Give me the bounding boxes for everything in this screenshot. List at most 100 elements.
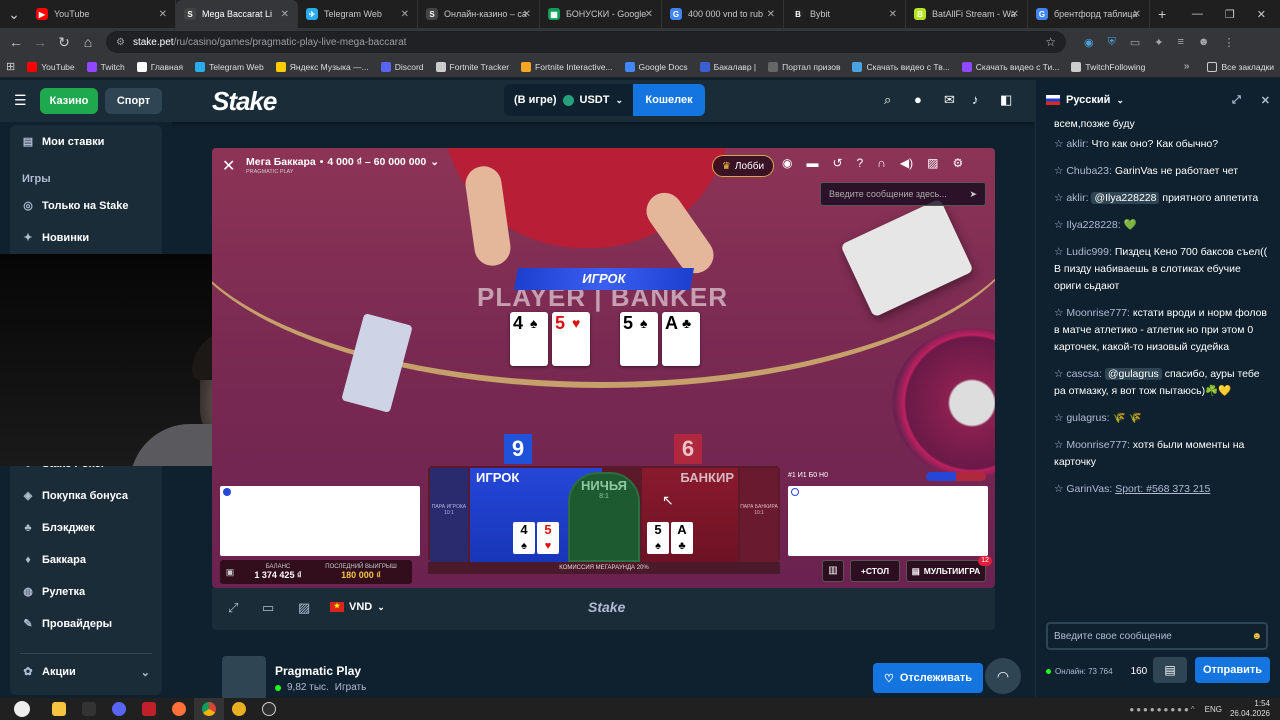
- app-icon[interactable]: [224, 698, 254, 720]
- close-tab-icon[interactable]: ✕: [281, 9, 289, 20]
- chat-input[interactable]: Введите свое сообщение ☻: [1046, 622, 1268, 650]
- browser-tab[interactable]: ▦ БОНУСКИ - Google ✕: [540, 0, 662, 28]
- game-chat-input[interactable]: Введите сообщение здесь... ➤: [820, 182, 986, 206]
- sidebar-item-roulette[interactable]: ◍ Рулетка: [10, 576, 162, 608]
- close-tab-icon[interactable]: ✕: [767, 9, 775, 20]
- profile-icon[interactable]: ☻: [1198, 36, 1210, 49]
- browser-tab[interactable]: B Bybit ✕: [784, 0, 906, 28]
- chat-username[interactable]: aklir:: [1066, 138, 1088, 150]
- extension-icon[interactable]: ⛨: [1108, 36, 1116, 49]
- more-bookmarks-chevron-icon[interactable]: »: [1184, 61, 1190, 72]
- stake-logo[interactable]: Stake: [212, 86, 277, 117]
- chat-mention[interactable]: @Ilya228228: [1091, 192, 1160, 204]
- browser-tab[interactable]: G 400 000 vnd to rub ✕: [662, 0, 784, 28]
- chat-username[interactable]: GarinVas:: [1066, 483, 1112, 495]
- help-icon[interactable]: ?: [857, 156, 864, 170]
- popout-icon[interactable]: ⤢: [1232, 94, 1241, 107]
- volume-icon[interactable]: ◀): [900, 156, 913, 170]
- settings-gear-icon[interactable]: ⚙: [952, 156, 963, 170]
- bookmark-item[interactable]: Twitch: [81, 61, 131, 72]
- obs-icon[interactable]: [254, 698, 284, 720]
- search-icon[interactable]: ⌕: [884, 92, 891, 108]
- headset-icon[interactable]: ∩: [877, 156, 886, 170]
- bookmark-item[interactable]: Fortnite Interactive...: [515, 61, 618, 72]
- close-tab-icon[interactable]: ✕: [889, 9, 897, 20]
- close-tab-icon[interactable]: ✕: [645, 9, 653, 20]
- close-tab-icon[interactable]: ✕: [401, 9, 409, 20]
- back-button[interactable]: ←: [4, 34, 28, 50]
- close-chat-icon[interactable]: ✕: [1261, 94, 1270, 107]
- chat-username[interactable]: gulagrus:: [1066, 412, 1109, 424]
- lobby-button[interactable]: ♛ Лобби: [712, 155, 774, 177]
- balance-selector[interactable]: (В игре) USDT ⌄: [504, 84, 634, 116]
- chat-username[interactable]: Ilya228228:: [1066, 219, 1120, 231]
- clock[interactable]: 1:54 26.04.2026: [1230, 699, 1270, 719]
- chat-username[interactable]: cascsa:: [1066, 368, 1102, 380]
- input-language[interactable]: ENG: [1205, 705, 1222, 714]
- tab-list-button[interactable]: ⌄: [0, 6, 28, 23]
- chat-icon[interactable]: ▬: [806, 156, 818, 170]
- user-icon[interactable]: ●: [914, 92, 922, 107]
- bookmark-item[interactable]: YouTube: [21, 61, 80, 72]
- close-tab-icon[interactable]: ✕: [523, 9, 531, 20]
- firefox-icon[interactable]: [164, 698, 194, 720]
- extensions-puzzle-icon[interactable]: ✦: [1154, 36, 1163, 49]
- media-icon[interactable]: ≡: [1177, 36, 1183, 49]
- multigame-button[interactable]: ▤ МУЛЬТИИГРА: [906, 560, 986, 582]
- provider-name[interactable]: Pragmatic Play: [275, 664, 361, 678]
- game-close-icon[interactable]: ✕: [222, 156, 235, 176]
- sidebar-item-my-bets[interactable]: ▤ Мои ставки: [10, 126, 162, 158]
- bookmark-item[interactable]: Discord: [375, 61, 430, 72]
- forward-button[interactable]: →: [28, 34, 52, 50]
- sidebar-item-new[interactable]: ✦ Новинки: [10, 222, 162, 254]
- casino-tab[interactable]: Казино: [40, 88, 98, 114]
- browser-tab[interactable]: B BatAllFi Stream - Wa ✕: [906, 0, 1028, 28]
- chat-username[interactable]: Chuba23:: [1066, 165, 1112, 177]
- follow-button[interactable]: ♡ Отслеживать: [873, 663, 983, 693]
- history-icon[interactable]: ↺: [832, 156, 842, 170]
- start-panda-icon[interactable]: [0, 698, 44, 720]
- bookmark-item[interactable]: TwitchFollowing: [1065, 61, 1151, 72]
- minimize-button[interactable]: —: [1192, 8, 1203, 21]
- bookmark-item[interactable]: Fortnite Tracker: [430, 61, 516, 72]
- url-field[interactable]: ⚙ stake.pet/ru/casino/games/pragmatic-pl…: [106, 31, 1066, 53]
- chat-username[interactable]: aklir:: [1066, 192, 1088, 204]
- home-icon[interactable]: ⌂: [76, 34, 100, 50]
- sidebar-item-baccarat[interactable]: ♦ Баккара: [10, 544, 162, 576]
- browser-tab[interactable]: S Mega Baccarat Li ✕: [176, 0, 298, 28]
- apps-grid-icon[interactable]: ⊞: [6, 60, 15, 73]
- add-table-button[interactable]: +СТОЛ: [850, 560, 900, 582]
- sidebar-item-bonus-buy[interactable]: ◈ Покупка бонуса: [10, 480, 162, 512]
- discord-icon[interactable]: [104, 698, 134, 720]
- tie-bet[interactable]: НИЧЬЯ 8:1: [568, 472, 640, 562]
- chat-mention[interactable]: @gulagrus: [1104, 368, 1162, 380]
- extension-icon[interactable]: ▭: [1130, 36, 1140, 49]
- bell-icon[interactable]: ♪: [972, 92, 979, 107]
- hamburger-menu-icon[interactable]: ☰: [14, 92, 27, 109]
- stats-button[interactable]: ▥: [822, 560, 844, 582]
- tip-icon[interactable]: ◉: [782, 156, 792, 170]
- game-title[interactable]: Мега Баккара • 4 000 ₫ – 60 000 000 ⌄: [246, 156, 439, 168]
- bookmark-item[interactable]: Главная: [131, 61, 189, 72]
- banker-pair-bet[interactable]: ПАРА БАНКИРА 10:1: [740, 468, 778, 562]
- browser-tab[interactable]: ▶ YouTube ✕: [28, 0, 176, 28]
- bookmark-item[interactable]: Яндекс Музыка —...: [270, 61, 375, 72]
- all-bookmarks[interactable]: Все закладки: [1201, 61, 1280, 72]
- chat-username[interactable]: Ludic999:: [1066, 246, 1112, 258]
- tray-icons[interactable]: ●●●●●●●●●^: [1129, 705, 1196, 714]
- new-tab-button[interactable]: +: [1158, 6, 1166, 22]
- bookmark-item[interactable]: Бакалавр |: [694, 61, 762, 72]
- chat-username[interactable]: Moonrise777:: [1066, 307, 1130, 319]
- bookmark-item[interactable]: Telegram Web: [189, 61, 270, 72]
- app-x-icon[interactable]: [134, 698, 164, 720]
- player-pair-bet[interactable]: ПАРА ИГРОКА 10:1: [430, 468, 468, 562]
- chevron-down-icon[interactable]: ⌄: [1116, 95, 1124, 106]
- emoji-icon[interactable]: ☻: [1251, 631, 1262, 642]
- wallet-button[interactable]: Кошелек: [633, 84, 705, 116]
- epic-games-icon[interactable]: [74, 698, 104, 720]
- close-tab-icon[interactable]: ✕: [1011, 9, 1019, 20]
- provider-logo[interactable]: [222, 656, 266, 700]
- theatre-mode-icon[interactable]: ▭: [262, 600, 274, 616]
- site-info-icon[interactable]: ⚙: [116, 37, 125, 48]
- notifications-icon[interactable]: ✉: [944, 92, 955, 108]
